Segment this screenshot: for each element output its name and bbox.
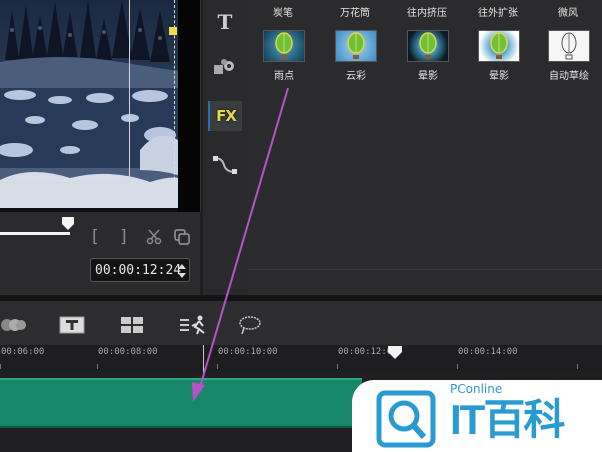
scrub-handle-icon[interactable] (62, 217, 74, 230)
library-sidebar: T FX (203, 0, 248, 295)
timeline-toolbar (0, 301, 602, 345)
timecode-value: 00:00:12:24 (95, 263, 182, 278)
filter-tile-vignette-white[interactable]: 晕影 (467, 26, 529, 84)
filter-label[interactable]: 往内挤压 (396, 4, 458, 19)
filter-name: 雨点 (274, 71, 294, 82)
copy-icon[interactable] (174, 229, 190, 245)
graphics-tool-button[interactable] (208, 53, 242, 83)
trim-controls: [ ] (90, 226, 200, 248)
balloon-thumb-icon (407, 30, 449, 62)
title-icon: T (217, 10, 233, 34)
watermark: PConline IT百科 (352, 380, 602, 452)
filter-tile-raindrop[interactable]: 雨点 (252, 26, 314, 84)
balloon-sketch-icon (548, 30, 590, 62)
filter-library: 炭笔 万花筒 往内挤压 往外扩张 微风 雨点 云彩 晕影 晕影 自动草绘 (248, 0, 602, 295)
filter-name: 云彩 (346, 71, 366, 82)
motion-path-icon (213, 156, 237, 174)
watermark-brand: IT百科 (450, 396, 565, 443)
graphics-icon (214, 59, 234, 74)
timeline-ruler[interactable]: 00:06:00 00:00:08:00 00:00:10:00 00:00:1… (0, 345, 602, 373)
timecode-spinner-icon[interactable] (178, 262, 186, 280)
preview-margin (178, 0, 200, 212)
filter-label[interactable]: 往外扩张 (467, 4, 529, 19)
edit-cursor (203, 345, 204, 375)
ruler-tick (337, 364, 338, 369)
filter-tile-auto-sketch[interactable]: 自动草绘 (537, 26, 599, 84)
motion-icon[interactable] (178, 314, 208, 336)
filter-tile-vignette-dark[interactable]: 晕影 (396, 26, 458, 84)
filter-tool-button[interactable]: FX (208, 101, 242, 131)
ruler-label: 00:06:00 (1, 347, 45, 357)
balloon-thumb-icon (478, 30, 520, 62)
scrub-bar[interactable] (0, 232, 70, 235)
filter-label[interactable]: 微风 (537, 4, 599, 19)
filter-name: 晕影 (418, 71, 438, 82)
ruler-label: 00:00:10:00 (218, 347, 278, 357)
magnifier-logo-icon (376, 390, 436, 448)
ruler-tick (0, 364, 1, 369)
library-divider (248, 269, 602, 270)
ruler-label: 00:00:08:00 (98, 347, 158, 357)
path-tool-button[interactable] (208, 150, 242, 180)
filter-label[interactable]: 炭笔 (252, 4, 314, 19)
ruler-tick (457, 364, 458, 369)
balloon-thumb-icon (263, 30, 305, 62)
scissors-icon[interactable] (146, 229, 162, 245)
filter-name: 自动草绘 (549, 71, 589, 82)
ruler-tick (97, 364, 98, 369)
ruler-label: 00:00:14:00 (458, 347, 518, 357)
title-track-icon[interactable] (58, 314, 86, 336)
mark-out-icon[interactable]: ] (120, 226, 127, 248)
filter-name: 晕影 (489, 71, 509, 82)
storyboard-icon[interactable] (118, 314, 146, 336)
title-safe-frame (0, 0, 130, 183)
title-tool-button[interactable]: T (208, 7, 242, 37)
audio-track-icon[interactable] (0, 314, 28, 336)
video-preview (0, 0, 201, 212)
balloon-thumb-icon (335, 30, 377, 62)
video-clip[interactable] (0, 378, 362, 428)
filter-tile-clouds[interactable]: 云彩 (324, 26, 386, 84)
filter-label[interactable]: 万花筒 (324, 4, 386, 19)
resize-handle[interactable] (169, 27, 177, 35)
playhead-icon[interactable] (388, 346, 402, 360)
ruler-tick (217, 364, 218, 369)
timecode-field[interactable]: 00:00:12:24 (90, 258, 190, 282)
mark-in-icon[interactable]: [ (92, 226, 99, 248)
lasso-icon[interactable] (236, 314, 264, 336)
ruler-tick (577, 364, 578, 369)
fx-icon: FX (216, 107, 237, 125)
